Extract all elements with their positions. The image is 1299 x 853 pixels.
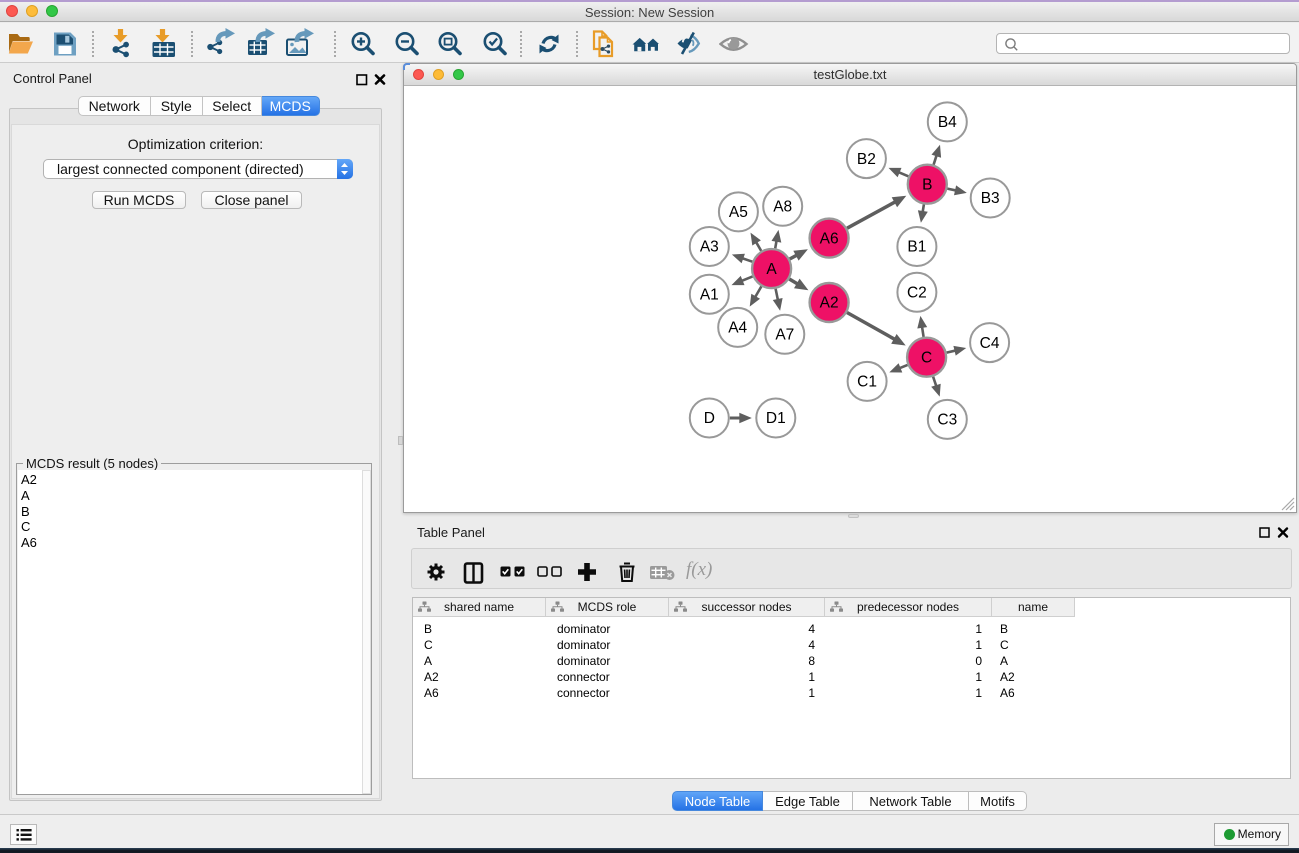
svg-text:C: C: [921, 349, 932, 366]
svg-text:A5: A5: [729, 204, 748, 221]
svg-text:C4: C4: [980, 335, 1000, 352]
svg-text:A: A: [766, 261, 777, 278]
svg-text:C3: C3: [937, 412, 957, 429]
svg-text:A6: A6: [820, 230, 839, 247]
svg-text:C1: C1: [857, 374, 877, 391]
svg-text:A4: A4: [728, 320, 747, 337]
svg-text:B2: B2: [857, 151, 876, 168]
svg-text:A1: A1: [700, 286, 719, 303]
svg-text:A8: A8: [773, 199, 792, 216]
svg-text:B: B: [922, 176, 932, 193]
svg-text:D: D: [704, 410, 715, 427]
svg-text:D1: D1: [766, 410, 786, 427]
svg-text:A3: A3: [700, 239, 719, 256]
svg-text:A7: A7: [775, 327, 794, 344]
svg-text:B4: B4: [938, 114, 957, 131]
svg-text:A2: A2: [820, 295, 839, 312]
svg-text:C2: C2: [907, 284, 927, 301]
svg-text:B1: B1: [907, 239, 926, 256]
svg-text:B3: B3: [981, 190, 1000, 207]
